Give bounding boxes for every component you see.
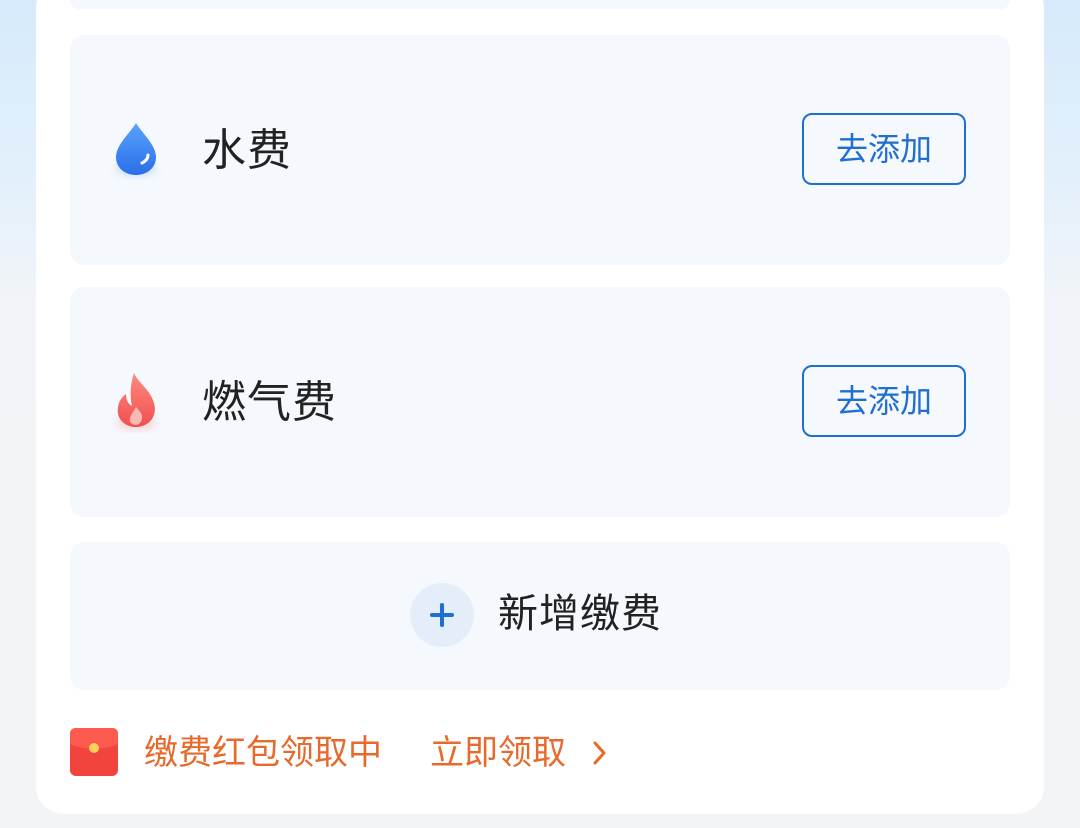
chevron-right-icon — [590, 738, 610, 768]
bill-label-water: 水费 — [202, 125, 292, 176]
bill-item-water: 水费 去添加 — [70, 35, 1010, 265]
water-drop-icon — [108, 117, 164, 181]
add-new-bill-label: 新增缴费 — [498, 591, 662, 637]
add-water-bill-button[interactable]: 去添加 — [802, 113, 966, 185]
bill-label-gas: 燃气费 — [202, 377, 337, 428]
promo-text: 缴费红包领取中 — [144, 733, 382, 773]
plus-icon — [410, 583, 474, 647]
add-new-bill-button[interactable]: 新增缴费 — [70, 542, 1010, 690]
bill-item-gas: 燃气费 去添加 — [70, 287, 1010, 517]
flame-icon — [108, 369, 164, 433]
claim-now-link[interactable]: 立即领取 — [430, 722, 566, 784]
red-envelope-icon — [70, 728, 118, 776]
add-gas-bill-button[interactable]: 去添加 — [802, 365, 966, 437]
previous-item-edge — [70, 0, 1010, 9]
red-envelope-promo[interactable]: 缴费红包领取中 立即领取 — [70, 722, 670, 786]
